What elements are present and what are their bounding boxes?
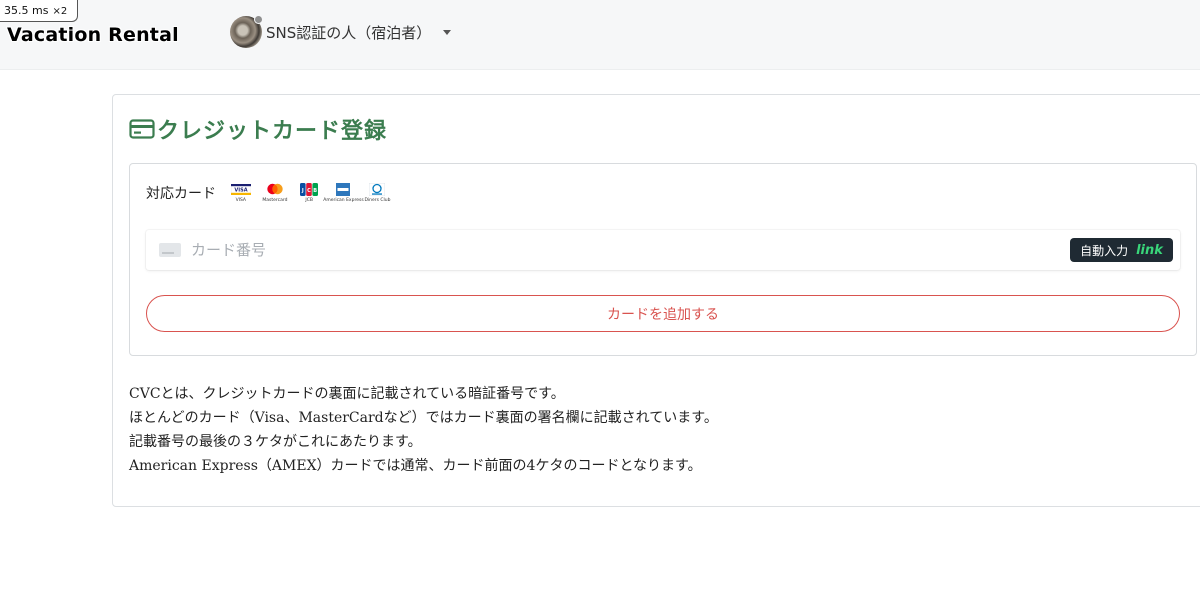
diners-icon: [369, 182, 385, 196]
page-title: クレジットカード登録: [129, 113, 387, 145]
status-dot: [254, 15, 263, 24]
perf-time: 35.5 ms: [4, 4, 49, 17]
top-header: Vacation Rental SNS認証の人（宿泊者）: [0, 0, 1200, 70]
amex-logo: American Express: [322, 182, 364, 203]
link-logo: link: [1136, 242, 1163, 258]
perf-badge: 35.5 ms ×2: [0, 0, 78, 22]
jcb-icon: J C B: [300, 182, 318, 196]
mastercard-icon: [267, 183, 283, 195]
card-number-field[interactable]: 自動入力 link: [146, 230, 1180, 270]
autofill-label: 自動入力: [1080, 243, 1129, 258]
diners-logo: Diners Club: [360, 182, 394, 203]
card-number-input[interactable]: [191, 241, 1051, 259]
card-placeholder-icon: [159, 243, 181, 257]
visa-logo: VISA VISA: [224, 183, 258, 203]
chevron-down-icon: [443, 29, 452, 35]
cvc-line: American Express（AMEX）カードでは通常、カード前面の4ケタの…: [129, 458, 702, 474]
brand-name: Diners Club: [363, 197, 391, 203]
cvc-line: 記載番号の最後の３ケタがこれにあたります。: [129, 434, 422, 450]
amex-icon: [336, 182, 350, 196]
svg-text:C: C: [307, 188, 311, 194]
card-registration-panel: クレジットカード登録 対応カード VISA VISA Mastercard J …: [112, 94, 1200, 507]
perf-multiplier: ×2: [52, 6, 68, 17]
user-name: SNS認証の人（宿泊者）: [266, 23, 432, 42]
mastercard-logo: Mastercard: [258, 183, 292, 203]
brand-name: American Express: [322, 197, 364, 203]
svg-text:J: J: [301, 188, 304, 194]
user-menu[interactable]: SNS認証の人（宿泊者）: [230, 15, 452, 48]
cvc-line: CVCとは、クレジットカードの裏面に記載されている暗証番号です。: [129, 386, 565, 402]
brand-name: VISA: [235, 197, 247, 203]
supported-cards: 対応カード VISA VISA Mastercard J C B JCB Ame…: [146, 182, 394, 203]
brand-name: JCB: [305, 197, 313, 203]
add-card-button[interactable]: カードを追加する: [146, 295, 1180, 332]
page-title-text: クレジットカード登録: [157, 119, 388, 144]
cvc-line: ほとんどのカード（Visa、MasterCardなど）ではカード裏面の署名欄に記…: [129, 410, 718, 426]
visa-icon: VISA: [231, 183, 251, 195]
brand-logo[interactable]: Vacation Rental: [7, 24, 179, 46]
credit-card-icon: [129, 119, 155, 139]
jcb-logo: J C B JCB: [292, 182, 326, 203]
link-autofill-button[interactable]: 自動入力 link: [1070, 238, 1173, 262]
svg-text:B: B: [313, 188, 317, 194]
cvc-explanation: CVCとは、クレジットカードの裏面に記載されている暗証番号です。 ほとんどのカー…: [129, 382, 718, 478]
supported-cards-label: 対応カード: [146, 186, 216, 202]
card-form: 対応カード VISA VISA Mastercard J C B JCB Ame…: [129, 163, 1197, 356]
brand-name: Mastercard: [262, 197, 288, 203]
avatar: [230, 15, 263, 48]
svg-text:VISA: VISA: [234, 187, 247, 193]
